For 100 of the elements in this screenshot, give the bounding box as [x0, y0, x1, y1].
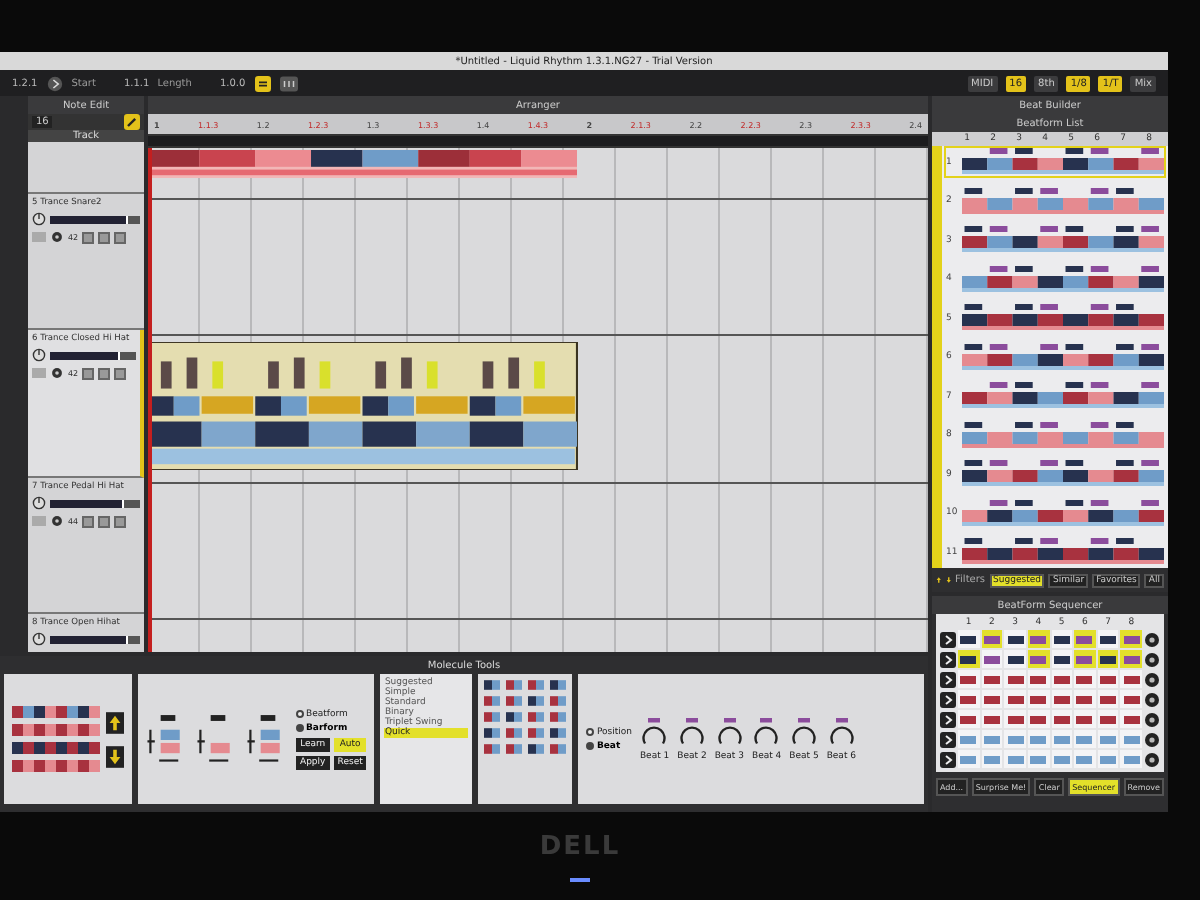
- sequencer-cell[interactable]: [1004, 750, 1026, 768]
- beat-knob-icon[interactable]: [642, 717, 667, 747]
- sequencer-cell[interactable]: [1004, 710, 1026, 728]
- chevron-icon[interactable]: [940, 711, 956, 727]
- beatform-icon[interactable]: [506, 728, 523, 738]
- sequencer-cell[interactable]: [958, 630, 980, 648]
- sequencer-cell[interactable]: [1051, 690, 1073, 708]
- mute-button[interactable]: [82, 367, 95, 379]
- sequencer-cell[interactable]: [1051, 650, 1073, 668]
- volume-slider[interactable]: [50, 215, 140, 223]
- sequencer-cell[interactable]: [1097, 730, 1119, 748]
- beatform-icon[interactable]: [550, 680, 567, 690]
- beatform-icon[interactable]: [484, 712, 501, 722]
- solo-button[interactable]: [98, 367, 111, 379]
- sequencer-cell[interactable]: [958, 710, 980, 728]
- sequencer-cell[interactable]: [981, 630, 1003, 648]
- beatform-icon[interactable]: [528, 744, 545, 754]
- record-button[interactable]: [114, 515, 127, 527]
- sequencer-cell[interactable]: [981, 730, 1003, 748]
- sequencer-cell[interactable]: [1051, 630, 1073, 648]
- beatform-icon[interactable]: [528, 696, 545, 706]
- sequencer-cell[interactable]: [1051, 750, 1073, 768]
- sequencer-cell[interactable]: [1027, 730, 1049, 748]
- beat-knob-icon[interactable]: [791, 717, 816, 747]
- knob-icon[interactable]: [32, 348, 46, 362]
- beatform-icon[interactable]: [528, 680, 545, 690]
- sequencer-cell[interactable]: [958, 650, 980, 668]
- sequencer-cell[interactable]: [1074, 690, 1096, 708]
- sequencer-cell[interactable]: [1027, 670, 1049, 688]
- beatform-icon[interactable]: [484, 696, 501, 706]
- volume-slider[interactable]: [50, 351, 136, 359]
- sequencer-cell[interactable]: [1097, 750, 1119, 768]
- sequencer-cell[interactable]: [1004, 670, 1026, 688]
- beatform-icon[interactable]: [506, 696, 523, 706]
- sequencer-cell[interactable]: [1074, 630, 1096, 648]
- solo-button[interactable]: [98, 231, 111, 243]
- sequencer-cell[interactable]: [1120, 750, 1142, 768]
- up-arrow-icon[interactable]: [106, 711, 124, 733]
- sequencer-cell[interactable]: [1074, 650, 1096, 668]
- sequencer-cell[interactable]: [1074, 730, 1096, 748]
- sequencer-cell[interactable]: [1097, 690, 1119, 708]
- knob-icon[interactable]: [32, 212, 46, 226]
- pattern-strip-drawing[interactable]: [12, 706, 100, 718]
- sequencer-cell[interactable]: [1027, 710, 1049, 728]
- sequencer-cell[interactable]: [981, 750, 1003, 768]
- sequencer-cell[interactable]: [1120, 630, 1142, 648]
- chevron-icon[interactable]: [940, 691, 956, 707]
- sequencer-cell[interactable]: [1004, 650, 1026, 668]
- clip-drawing[interactable]: [148, 150, 577, 178]
- knob-icon[interactable]: [32, 496, 46, 510]
- mute-button[interactable]: [82, 515, 95, 527]
- sequencer-cell[interactable]: [1120, 650, 1142, 668]
- beat-knob-icon[interactable]: [717, 717, 742, 747]
- beat-knob-icon[interactable]: [754, 717, 779, 747]
- sequencer-cell[interactable]: [1027, 690, 1049, 708]
- sequencer-cell[interactable]: [1004, 630, 1026, 648]
- sequencer-cell[interactable]: [958, 690, 980, 708]
- sequencer-cell[interactable]: [981, 650, 1003, 668]
- clip-drawing[interactable]: [148, 342, 577, 470]
- sequencer-cell[interactable]: [1097, 630, 1119, 648]
- sequencer-cell[interactable]: [981, 710, 1003, 728]
- play-icon[interactable]: [45, 75, 64, 91]
- sequencer-cell[interactable]: [958, 670, 980, 688]
- sequencer-cell[interactable]: [1027, 750, 1049, 768]
- sequencer-cell[interactable]: [1120, 690, 1142, 708]
- sequencer-cell[interactable]: [1004, 730, 1026, 748]
- beatform-icon[interactable]: [506, 744, 523, 754]
- beatform-icon[interactable]: [528, 728, 545, 738]
- beatform-icon[interactable]: [550, 744, 567, 754]
- beatform-icon[interactable]: [484, 680, 501, 690]
- pencil-icon[interactable]: [124, 114, 140, 130]
- beatform-icon[interactable]: [528, 712, 545, 722]
- beatform-icon[interactable]: [550, 696, 567, 706]
- sequencer-cell[interactable]: [1074, 750, 1096, 768]
- record-button[interactable]: [114, 231, 127, 243]
- sequencer-cell[interactable]: [1027, 650, 1049, 668]
- beatform-icon[interactable]: [506, 680, 523, 690]
- chevron-icon[interactable]: [940, 671, 956, 687]
- sequencer-cell[interactable]: [1097, 670, 1119, 688]
- volume-slider[interactable]: [50, 635, 140, 643]
- sequencer-cell[interactable]: [1074, 670, 1096, 688]
- beatform-icon[interactable]: [484, 728, 501, 738]
- sequencer-cell[interactable]: [1004, 690, 1026, 708]
- sequencer-cell[interactable]: [981, 670, 1003, 688]
- down-arrow-icon[interactable]: [945, 572, 952, 588]
- sequencer-cell[interactable]: [958, 730, 980, 748]
- chevron-icon[interactable]: [940, 651, 956, 667]
- sequencer-cell[interactable]: [1074, 710, 1096, 728]
- volume-slider[interactable]: [50, 499, 140, 507]
- down-arrow-icon[interactable]: [106, 745, 124, 767]
- chevron-icon[interactable]: [940, 751, 956, 767]
- beat-knob-icon[interactable]: [829, 717, 854, 747]
- mute-button[interactable]: [82, 231, 95, 243]
- solo-button[interactable]: [98, 515, 111, 527]
- beatform-icon[interactable]: [550, 728, 567, 738]
- sequencer-cell[interactable]: [1051, 710, 1073, 728]
- chevron-icon[interactable]: [940, 631, 956, 647]
- knob-icon[interactable]: [32, 632, 46, 646]
- beatform-icon[interactable]: [484, 744, 501, 754]
- sequencer-cell[interactable]: [958, 750, 980, 768]
